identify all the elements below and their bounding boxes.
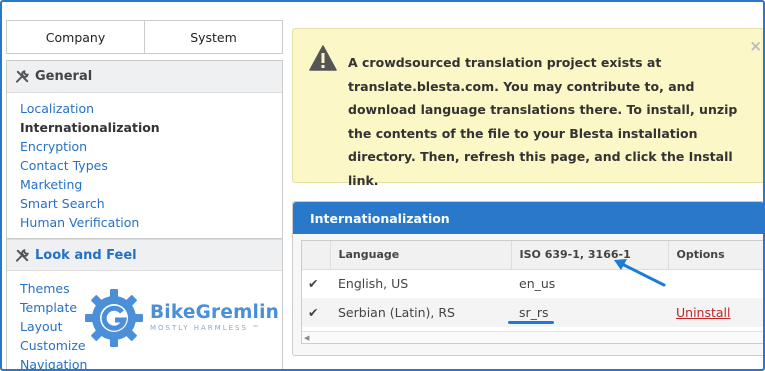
options-cell <box>668 269 765 298</box>
scroll-left-icon[interactable]: ◀ <box>304 334 309 342</box>
annotation-underline <box>508 321 554 324</box>
installed-check-icon: ✔ <box>302 298 330 327</box>
logo-wordmark: BikeGremlin MOSTLY HARMLESS ™ <box>150 303 279 333</box>
translation-alert: × A crowdsourced translation project exi… <box>292 28 765 188</box>
logo-name-part1: Bike <box>150 302 196 323</box>
languages-table-wrapper: Language ISO 639-1, 3166-1 Options ✔ Eng… <box>301 240 765 344</box>
general-section-header[interactable]: General <box>7 61 282 93</box>
sidebar-item-smart-search[interactable]: Smart Search <box>20 194 282 213</box>
language-cell: Serbian (Latin), RS <box>330 298 511 327</box>
languages-table: Language ISO 639-1, 3166-1 Options ✔ Eng… <box>302 241 765 327</box>
annotation-arrow-icon <box>614 259 666 287</box>
language-cell: English, US <box>338 276 409 292</box>
sidebar-item-internationalization[interactable]: Internationalization <box>20 118 282 137</box>
alert-text: A crowdsourced translation project exist… <box>348 55 738 188</box>
close-icon[interactable]: × <box>749 35 762 59</box>
wrench-screwdriver-icon <box>15 69 30 84</box>
sidebar-item-marketing[interactable]: Marketing <box>20 175 282 194</box>
logo-tagline: MOSTLY HARMLESS ™ <box>150 324 262 332</box>
installed-check-icon: ✔ <box>308 276 319 292</box>
column-header-language[interactable]: Language <box>330 241 512 270</box>
sidebar-item-localization[interactable]: Localization <box>20 99 282 118</box>
tab-company[interactable]: Company <box>6 20 145 54</box>
sidebar-item-navigation[interactable]: Navigation <box>20 355 282 371</box>
table-row: ✔ English, US en_us <box>302 269 765 298</box>
horizontal-scrollbar[interactable]: ◀ <box>302 331 765 343</box>
table-header-row: Language ISO 639-1, 3166-1 Options <box>302 241 765 270</box>
column-header-options: Options <box>668 241 765 270</box>
look-and-feel-section-header[interactable]: Look and Feel <box>7 239 282 271</box>
bikegremlin-logo: BikeGremlin MOSTLY HARMLESS ™ <box>82 289 282 347</box>
logo-name-part2: Gremlin <box>195 302 279 323</box>
general-section: General Localization Internationalizatio… <box>6 60 283 239</box>
look-and-feel-section-title: Look and Feel <box>35 247 137 263</box>
warning-triangle-icon <box>309 45 337 71</box>
wrench-screwdriver-icon <box>15 248 30 263</box>
tab-system[interactable]: System <box>145 20 283 54</box>
general-section-title: General <box>35 69 93 84</box>
internationalization-panel: Internationalization Language ISO 639-1,… <box>292 201 765 356</box>
logo-name: BikeGremlin <box>150 303 279 323</box>
sidebar-item-encryption[interactable]: Encryption <box>20 137 282 156</box>
general-links: Localization Internationalization Encryp… <box>7 93 282 238</box>
gear-logo-icon <box>85 289 143 347</box>
options-cell: Uninstall <box>668 298 765 327</box>
sidebar-item-human-verification[interactable]: Human Verification <box>20 213 282 232</box>
sidebar-item-contact-types[interactable]: Contact Types <box>20 156 282 175</box>
sidebar-tabs: Company System <box>6 20 283 54</box>
column-header-check <box>302 241 331 270</box>
uninstall-link[interactable]: Uninstall <box>676 305 731 320</box>
panel-title: Internationalization <box>293 202 764 234</box>
